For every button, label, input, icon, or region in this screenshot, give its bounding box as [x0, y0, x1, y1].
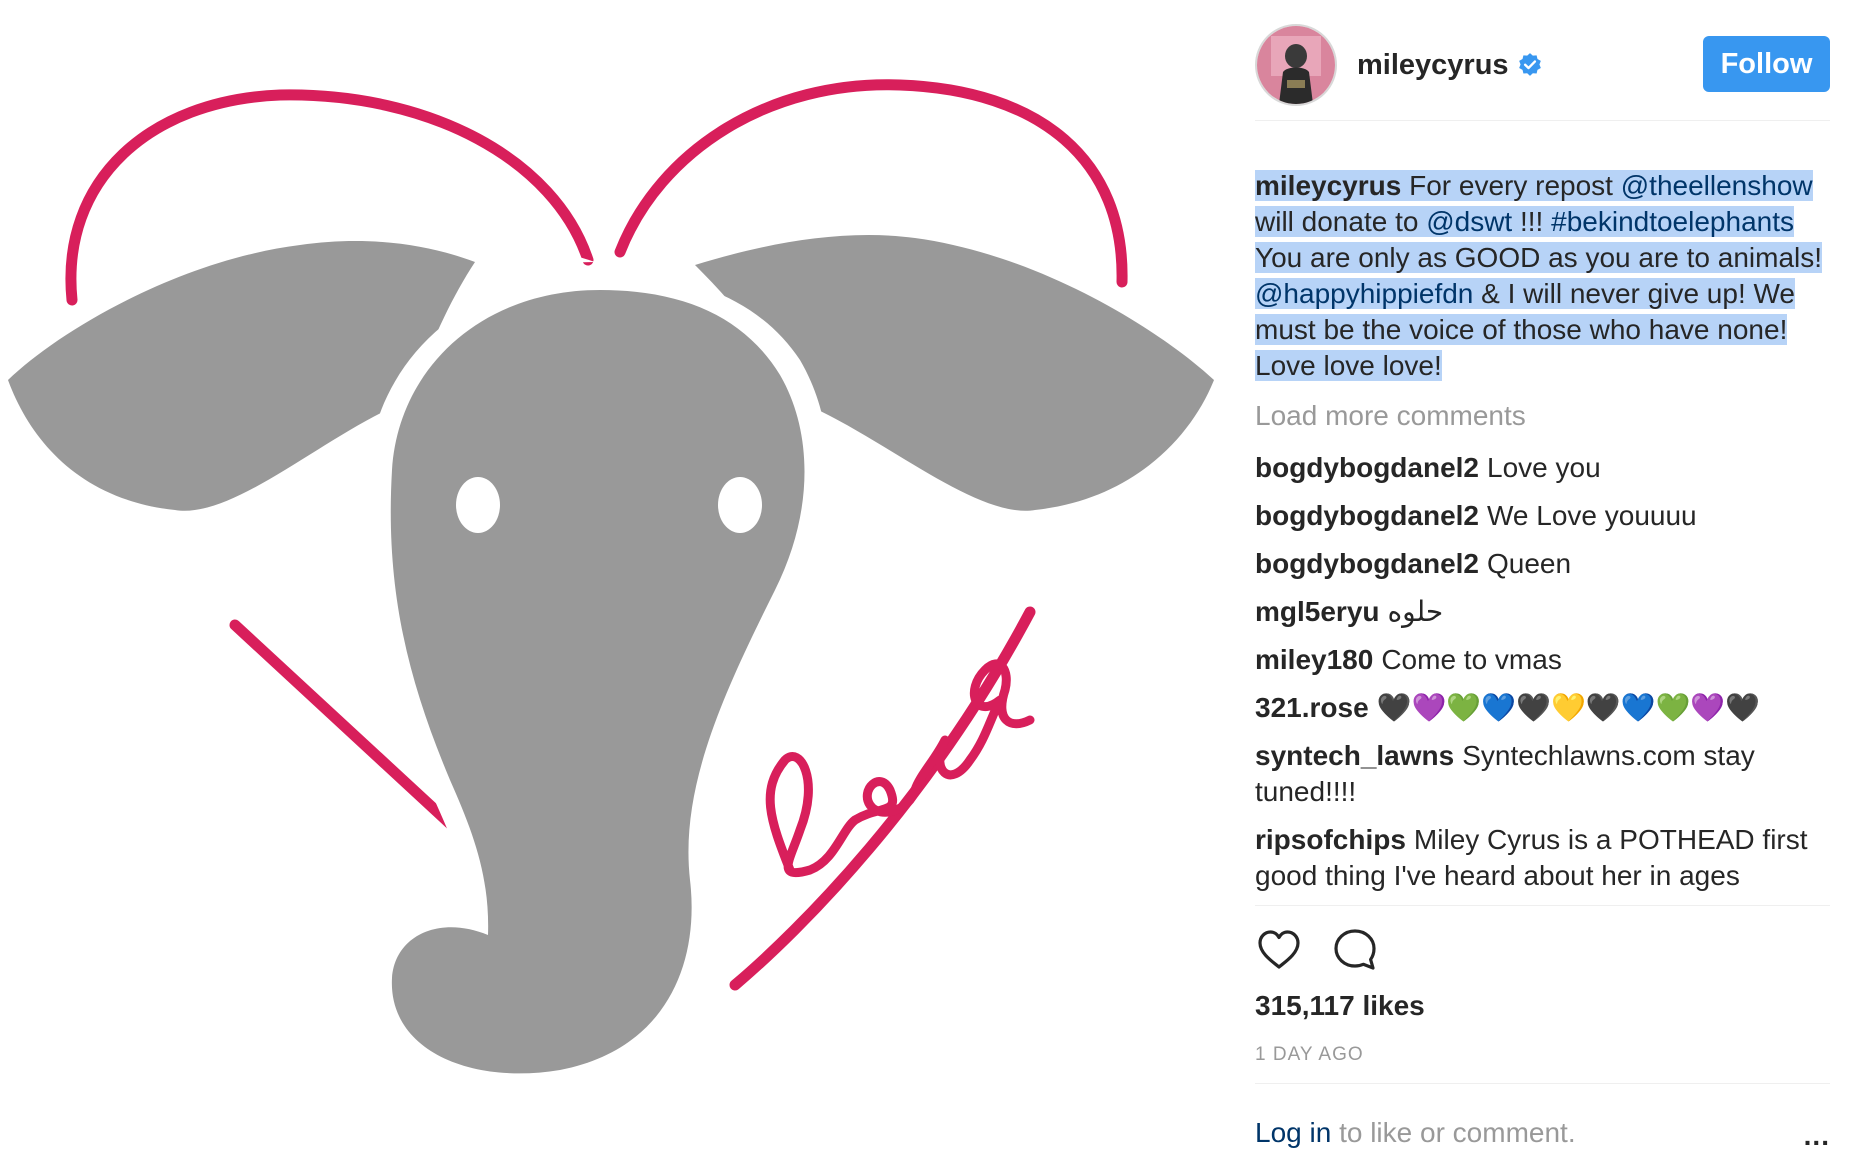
divider: [1255, 120, 1830, 121]
comment-text: Come to vmas: [1381, 644, 1562, 675]
comment-text: Love you: [1487, 452, 1601, 483]
comment-text: We Love youuuu: [1487, 500, 1697, 531]
divider: [1255, 905, 1830, 906]
likes-count[interactable]: 315,117 likes: [1255, 990, 1425, 1022]
mention-link[interactable]: @theellenshow: [1621, 170, 1813, 201]
caption-text: You are only as GOOD as you are to anima…: [1255, 242, 1823, 273]
post-sidebar: mileycyrus Follow mileycyrus For every r…: [1255, 0, 1830, 1172]
hashtag-link[interactable]: #bekindtoelephants: [1551, 206, 1794, 237]
comment: bogdybogdanel2 Love you: [1255, 450, 1830, 486]
post-image[interactable]: [0, 0, 1222, 1172]
caption-username[interactable]: mileycyrus: [1255, 170, 1401, 201]
comment-username[interactable]: miley180: [1255, 644, 1373, 675]
comment: ripsofchips Miley Cyrus is a POTHEAD firs…: [1255, 822, 1830, 894]
login-prompt: Log in to like or comment.: [1255, 1117, 1576, 1149]
comment-username[interactable]: syntech_lawns: [1255, 740, 1454, 771]
comment: mgl5eryu حلوه: [1255, 594, 1830, 630]
caption-text: will donate to: [1255, 206, 1427, 237]
comment: 321.rose 🖤💜💚💙🖤💛🖤💙💚💜🖤: [1255, 690, 1830, 726]
love-script: [765, 659, 1035, 878]
comment-username[interactable]: ripsofchips: [1255, 824, 1406, 855]
comment-username[interactable]: mgl5eryu: [1255, 596, 1380, 627]
comment-username[interactable]: bogdybogdanel2: [1255, 452, 1479, 483]
avatar[interactable]: [1255, 24, 1337, 106]
comments-list: bogdybogdanel2 Love you bogdybogdanel2 We …: [1255, 450, 1830, 906]
elephant-love-illustration: [5, 79, 1214, 1096]
elephant-head: [5, 222, 1214, 1096]
mention-link[interactable]: @happyhippiefdn: [1255, 278, 1473, 309]
comment: miley180 Come to vmas: [1255, 642, 1830, 678]
divider: [1255, 1083, 1830, 1084]
more-options-button[interactable]: ...: [1804, 1120, 1830, 1152]
comment: syntech_lawns Syntechlawns.com stay tuned…: [1255, 738, 1830, 810]
follow-button[interactable]: Follow: [1703, 36, 1830, 92]
comment-username[interactable]: bogdybogdanel2: [1255, 500, 1479, 531]
verified-badge-icon: [1518, 53, 1541, 76]
comment-text: حلوه: [1387, 596, 1444, 627]
comment-username[interactable]: 321.rose: [1255, 692, 1369, 723]
post-header: mileycyrus Follow: [1255, 20, 1830, 110]
caption-text: !!!: [1512, 206, 1552, 237]
mention-link[interactable]: @dswt: [1426, 206, 1512, 237]
comment: bogdybogdanel2 We Love youuuu: [1255, 498, 1830, 534]
login-link[interactable]: Log in: [1255, 1117, 1331, 1148]
post-timestamp[interactable]: 1 DAY AGO: [1255, 1044, 1364, 1066]
header-username[interactable]: mileycyrus: [1357, 49, 1509, 82]
load-more-comments-link[interactable]: Load more comments: [1255, 400, 1526, 432]
comment-icon[interactable]: [1331, 926, 1379, 974]
comment-text: Queen: [1487, 548, 1572, 579]
caption: mileycyrus For every repost @theellensho…: [1255, 168, 1830, 384]
heart-icon[interactable]: [1255, 926, 1303, 974]
caption-text: For every repost: [1401, 170, 1621, 201]
login-prompt-text: to like or comment.: [1331, 1117, 1576, 1148]
comment: bogdybogdanel2 Queen: [1255, 546, 1830, 582]
avatar-image: [1257, 26, 1335, 104]
post-actions: [1255, 925, 1407, 975]
comment-username[interactable]: bogdybogdanel2: [1255, 548, 1479, 579]
comment-text: 🖤💜💚💙🖤💛🖤💙💚💜🖤: [1376, 692, 1761, 723]
